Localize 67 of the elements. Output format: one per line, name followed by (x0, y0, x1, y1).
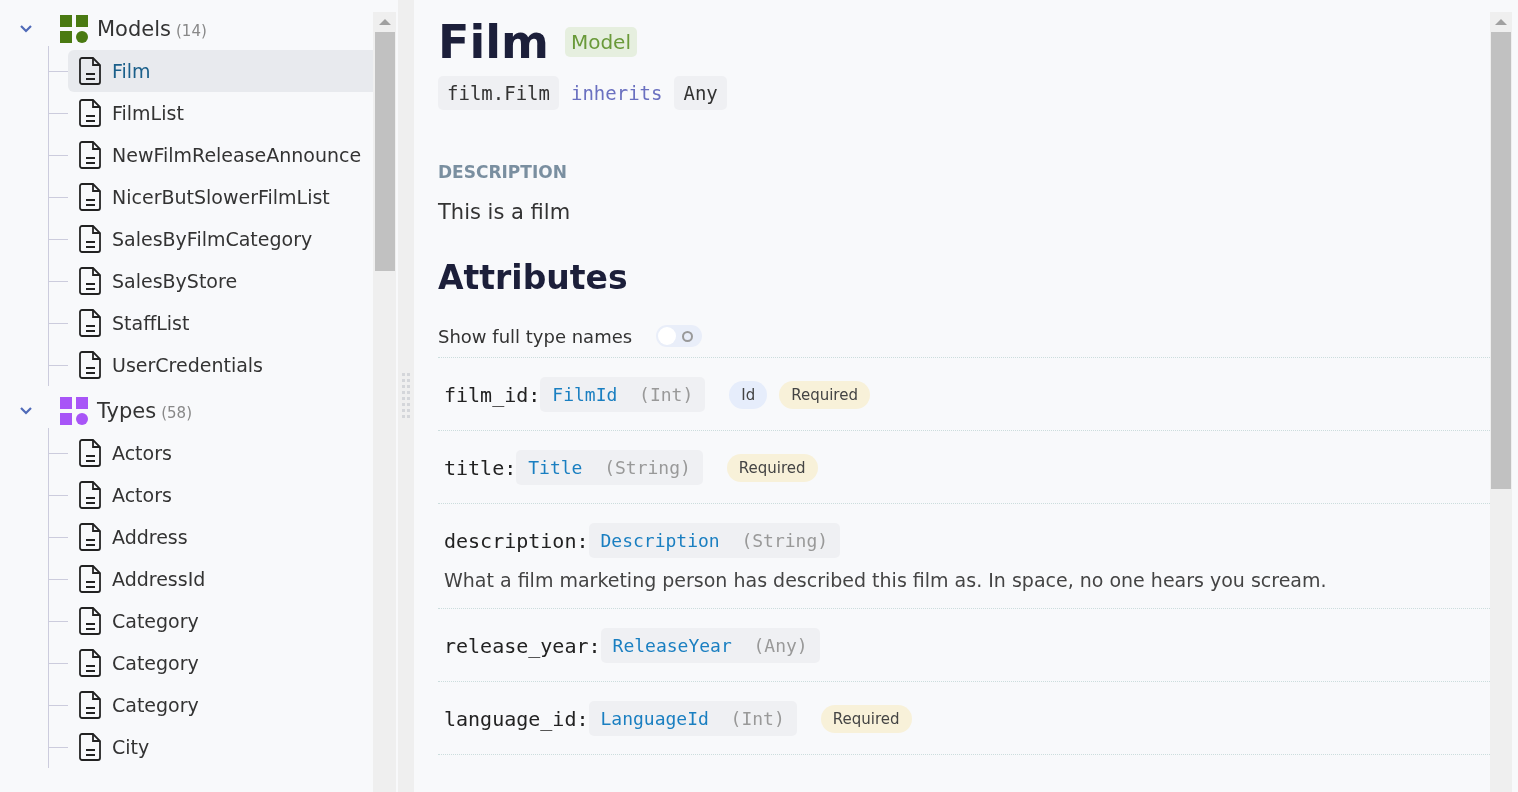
group-label[interactable]: Types (97, 399, 157, 423)
scrollbar[interactable] (1490, 12, 1512, 792)
document-icon (79, 182, 103, 212)
tree-item[interactable]: UserCredentials (68, 344, 373, 386)
document-icon (79, 266, 103, 296)
attribute-tag: Required (779, 380, 870, 409)
attribute-name: description: (444, 528, 589, 553)
document-icon (79, 438, 103, 468)
group-label[interactable]: Models (97, 17, 171, 41)
tree-item[interactable]: Actors (68, 432, 373, 474)
attribute-tag: Id (729, 380, 768, 409)
document-icon (79, 56, 103, 86)
tree-item[interactable]: Address (68, 516, 373, 558)
document-icon (79, 606, 103, 636)
base-class: Any (674, 76, 727, 110)
document-icon (79, 564, 103, 594)
section-heading: DESCRIPTION (438, 162, 568, 182)
type-chip[interactable]: FilmId (Int) (540, 377, 706, 412)
tree-item[interactable]: StaffList (68, 302, 373, 344)
document-icon (79, 350, 103, 380)
attribute-name: film_id: (444, 382, 541, 407)
scroll-up-icon[interactable] (1495, 19, 1507, 25)
tree-item[interactable]: SalesByStore (68, 260, 373, 302)
tree-item[interactable]: Category (68, 600, 373, 642)
page-title: Film (438, 14, 549, 70)
toggle-switch[interactable] (656, 325, 703, 347)
document-icon (79, 140, 103, 170)
scroll-up-icon[interactable] (378, 19, 391, 25)
model-badge: Model (564, 27, 637, 57)
attribute-tag: Required (820, 704, 912, 733)
type-chip[interactable]: Description (String) (588, 523, 841, 558)
resize-handle[interactable] (398, 0, 414, 792)
scrollbar[interactable] (373, 12, 396, 792)
document-icon (79, 648, 103, 678)
tree-item[interactable]: Actors (68, 474, 373, 516)
type-chip[interactable]: ReleaseYear (Any) (600, 628, 820, 663)
type-chip[interactable]: LanguageId (Int) (588, 701, 797, 736)
attribute-name: title: (444, 455, 517, 480)
tree-item[interactable]: Film (68, 50, 373, 92)
document-icon (79, 224, 103, 254)
section-title: Attributes (438, 258, 629, 297)
tree-item[interactable]: NewFilmReleaseAnnounce (68, 134, 373, 176)
item-count: (58) (161, 404, 192, 422)
type-chip[interactable]: Title (String) (516, 450, 703, 485)
tree-item[interactable]: FilmList (68, 92, 373, 134)
tree-item[interactable]: Category (68, 642, 373, 684)
attribute-name: release_year: (444, 633, 601, 658)
inherits-label: inherits (570, 82, 663, 104)
document-icon (79, 522, 103, 552)
tree-item[interactable]: AddressId (68, 558, 373, 600)
attribute-tag: Required (726, 453, 818, 482)
attribute-name: language_id: (444, 706, 589, 731)
grip-icon[interactable] (402, 373, 410, 419)
toggle-label: Show full type names (438, 325, 633, 347)
tree-item[interactable]: NicerButSlowerFilmList (68, 176, 373, 218)
tree-item[interactable]: SalesByFilmCategory (68, 218, 373, 260)
document-icon (79, 732, 103, 762)
tree-item[interactable]: City (68, 726, 373, 768)
module-path: film.Film (438, 76, 559, 110)
document-icon (79, 690, 103, 720)
document-icon (79, 98, 103, 128)
item-count: (14) (176, 22, 207, 40)
document-icon (79, 480, 103, 510)
document-icon (79, 308, 103, 338)
attribute-description: What a film marketing person has described this film as. In space, no one hears you scream. (444, 569, 1328, 591)
tree-item[interactable]: Category (68, 684, 373, 726)
description-text: This is a film (438, 200, 572, 224)
